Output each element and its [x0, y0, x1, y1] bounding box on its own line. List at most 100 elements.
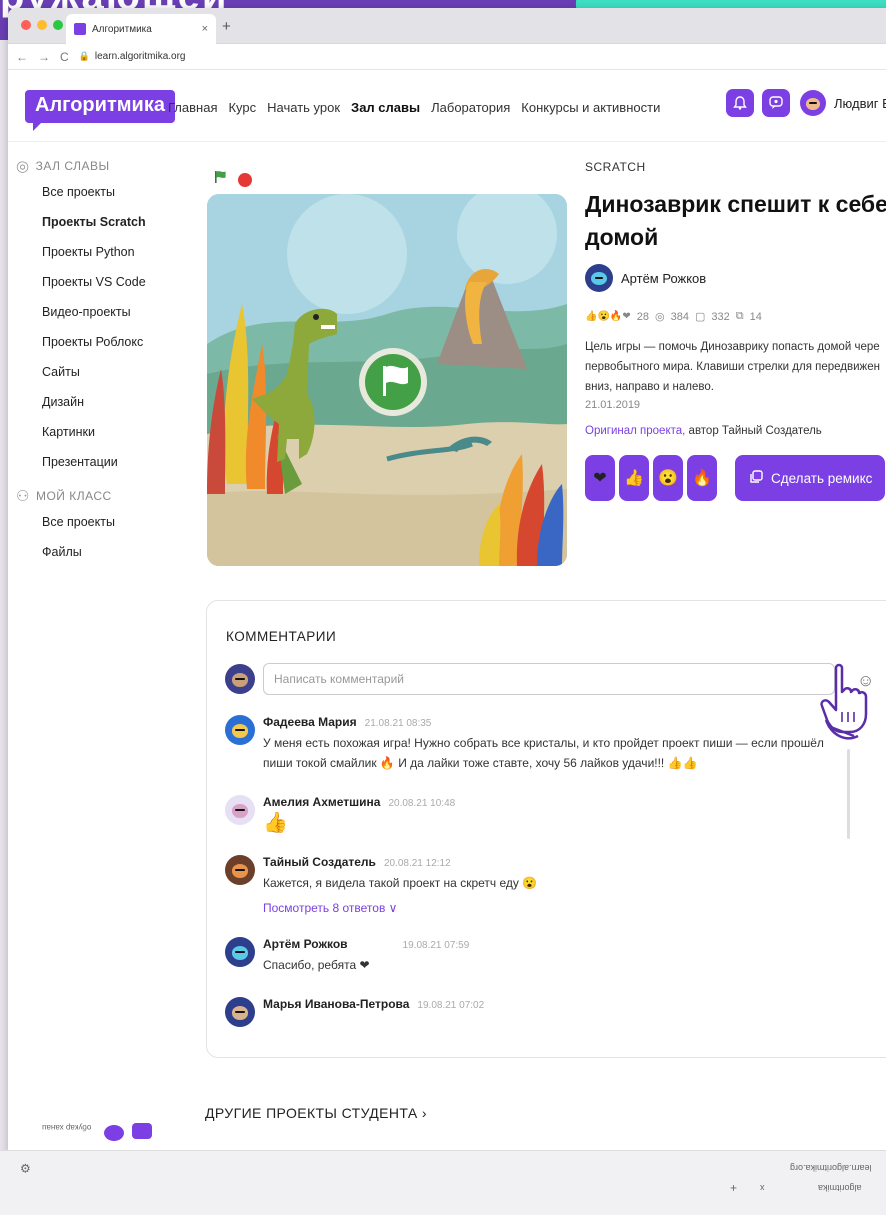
reload-icon[interactable]: C — [60, 50, 69, 64]
project-type-tag: SCRATCH — [585, 160, 646, 174]
description-line: вниз, направо и налево. — [585, 381, 714, 393]
sidebar-item-vscode[interactable]: Проекты VS Code — [16, 267, 186, 297]
comment-time: 20.08.21 12:12 — [383, 858, 451, 869]
sidebar-item-presentations[interactable]: Презентации — [16, 447, 186, 477]
comment-item: Артём Рожков 19.08.21 07:59 Спасибо, ребя… — [225, 937, 845, 975]
wow-reaction-button[interactable]: 😮 — [653, 455, 683, 501]
lock-icon: 🔒 — [78, 51, 90, 61]
nav-contests[interactable]: Конкурсы и активности — [521, 100, 660, 115]
commenter-name[interactable]: Тайный Создатель 20.08.21 12:12 — [263, 855, 845, 869]
nav-lab[interactable]: Лаборатория — [431, 100, 510, 115]
commenter-name[interactable]: Фадеева Мария 21.08.21 08:35 — [263, 715, 845, 729]
mirror-tab-close: x — [760, 1183, 765, 1193]
forward-icon[interactable]: → — [38, 50, 50, 64]
commenter-name[interactable]: Артём Рожков 19.08.21 07:59 — [263, 937, 845, 951]
project-title-line2: домой — [585, 224, 659, 250]
remix-label: Сделать ремикс — [771, 470, 873, 486]
comment-item: Амелия Ахметшина 20.08.21 10:48 👍 — [225, 795, 845, 833]
sidebar-section-hall: ◎ ЗАЛ СЛАВЫ — [16, 155, 186, 177]
fire-reaction-button[interactable]: 🔥 — [687, 455, 717, 501]
remix-button[interactable]: Сделать ремикс — [735, 455, 885, 501]
remixes-count: 14 — [749, 310, 762, 323]
sidebar-item-scratch[interactable]: Проекты Scratch — [16, 207, 186, 237]
sidebar-item-video[interactable]: Видео-проекты — [16, 297, 186, 327]
project-title-line1: Динозаврик спешит к себе — [585, 191, 886, 217]
comment-time: 20.08.21 10:48 — [388, 798, 456, 809]
user-menu[interactable]: Людвиг Бь — [800, 90, 886, 116]
header-icons — [726, 89, 790, 117]
heart-reaction-button[interactable]: ❤ — [585, 455, 615, 501]
site-logo[interactable]: Алгоритмика — [25, 90, 175, 131]
address-bar: ← → C 🔒 learn.algoritmika.org — [8, 44, 886, 70]
author-name: Артём Рожков — [621, 270, 707, 286]
stop-icon[interactable] — [238, 172, 252, 187]
description-line: Цель игры — помочь Динозаврику попасть д… — [585, 341, 880, 353]
comments-panel: КОММЕНТАРИИ ☺ Фадеева Мария21.08.21 08:3… — [206, 600, 886, 1058]
comment-input[interactable] — [263, 663, 835, 695]
reactions-icon: 👍😮🔥❤ — [585, 311, 631, 322]
nav-course[interactable]: Курс — [228, 100, 256, 115]
maximize-window-button[interactable] — [53, 20, 63, 30]
user-avatar — [800, 90, 826, 116]
url-field[interactable]: learn.algoritmika.org — [95, 51, 186, 62]
minimize-window-button[interactable] — [37, 20, 47, 30]
sidebar-item-sites[interactable]: Сайты — [16, 357, 186, 387]
views-icon: ◎ — [654, 311, 665, 323]
favicon-icon — [74, 23, 86, 35]
comment-text: Кажется, я видела такой проект на скретч… — [263, 876, 538, 890]
green-flag-icon[interactable] — [214, 170, 228, 189]
tab-title: Алгоритмика — [92, 23, 152, 35]
mirror-new-tab: + — [730, 1181, 738, 1195]
thumbs-up-reaction-button[interactable]: 👍 — [619, 455, 649, 501]
description-line: первобытного мира. Клавиши стрелки для п… — [585, 361, 880, 373]
project-info: SCRATCH Динозаврик спешит к себе домой А… — [585, 160, 886, 501]
hand-cursor-icon — [818, 662, 870, 747]
nav-hall-of-fame[interactable]: Зал славы — [351, 100, 420, 115]
nav-home[interactable]: Главная — [168, 100, 217, 115]
comment-time: 19.08.21 07:02 — [417, 1000, 485, 1011]
mirror-pill — [132, 1123, 152, 1139]
sidebar-item-python[interactable]: Проекты Python — [16, 237, 186, 267]
mirror-url: learn.algoritmika.org — [790, 1163, 872, 1173]
commenter-name[interactable]: Амелия Ахметшина 20.08.21 10:48 — [263, 795, 845, 809]
mirror-pill — [104, 1125, 124, 1141]
reflection-strip: обукар ханаu ⚙ learn.algoritmika.org x +… — [0, 1123, 886, 1215]
project-title: Динозаврик спешит к себе домой — [585, 188, 886, 254]
project-stage[interactable] — [207, 194, 567, 566]
sidebar-item-pictures[interactable]: Картинки — [16, 417, 186, 447]
commenter-avatar — [225, 715, 255, 745]
comment-input-row — [225, 663, 835, 695]
commenter-name[interactable]: Марья Иванова-Петрова 19.08.21 07:02 — [263, 997, 845, 1011]
commenter-avatar — [225, 855, 255, 885]
sidebar-item-design[interactable]: Дизайн — [16, 387, 186, 417]
chat-icon[interactable] — [762, 89, 790, 117]
globe-icon: ◎ — [16, 158, 30, 175]
mirror-text: обукар ханаu — [42, 1123, 92, 1132]
sidebar-item-all-projects[interactable]: Все проекты — [16, 177, 186, 207]
new-tab-button[interactable]: + — [222, 18, 231, 35]
comments-icon: ▢ — [694, 311, 706, 323]
comment-text: 👍 — [263, 812, 288, 834]
sidebar-section-title: ЗАЛ СЛАВЫ — [35, 159, 110, 173]
sidebar-item-roblox[interactable]: Проекты Роблокс — [16, 327, 186, 357]
sidebar-item-files[interactable]: Файлы — [16, 537, 186, 567]
tab-close-icon[interactable]: × — [202, 23, 208, 35]
comments-title: КОММЕНТАРИИ — [226, 629, 337, 644]
remix-icon — [749, 469, 763, 487]
reaction-buttons: ❤ 👍 😮 🔥 Сделать ремикс — [585, 455, 886, 501]
comment-item: Марья Иванова-Петрова 19.08.21 07:02 — [225, 997, 845, 1027]
other-projects-link[interactable]: ДРУГИЕ ПРОЕКТЫ СТУДЕНТА › — [205, 1105, 427, 1121]
sidebar-item-class-projects[interactable]: Все проекты — [16, 507, 186, 537]
project-author[interactable]: Артём Рожков — [585, 264, 886, 292]
view-replies-link[interactable]: Посмотреть 8 ответов ∨ — [263, 901, 845, 915]
comments-scrollbar[interactable] — [847, 749, 850, 839]
back-icon[interactable]: ← — [16, 50, 28, 64]
main-nav: Главная Курс Начать урок Зал славы Лабор… — [168, 100, 660, 115]
close-window-button[interactable] — [21, 20, 31, 30]
nav-start-lesson[interactable]: Начать урок — [267, 100, 340, 115]
browser-tab[interactable]: Алгоритмика × — [66, 14, 216, 44]
original-project-link[interactable]: Оригинал проекта, — [585, 425, 685, 437]
comment-item: Тайный Создатель 20.08.21 12:12 Кажется, … — [225, 855, 845, 915]
commenter-avatar — [225, 997, 255, 1027]
bell-icon[interactable] — [726, 89, 754, 117]
